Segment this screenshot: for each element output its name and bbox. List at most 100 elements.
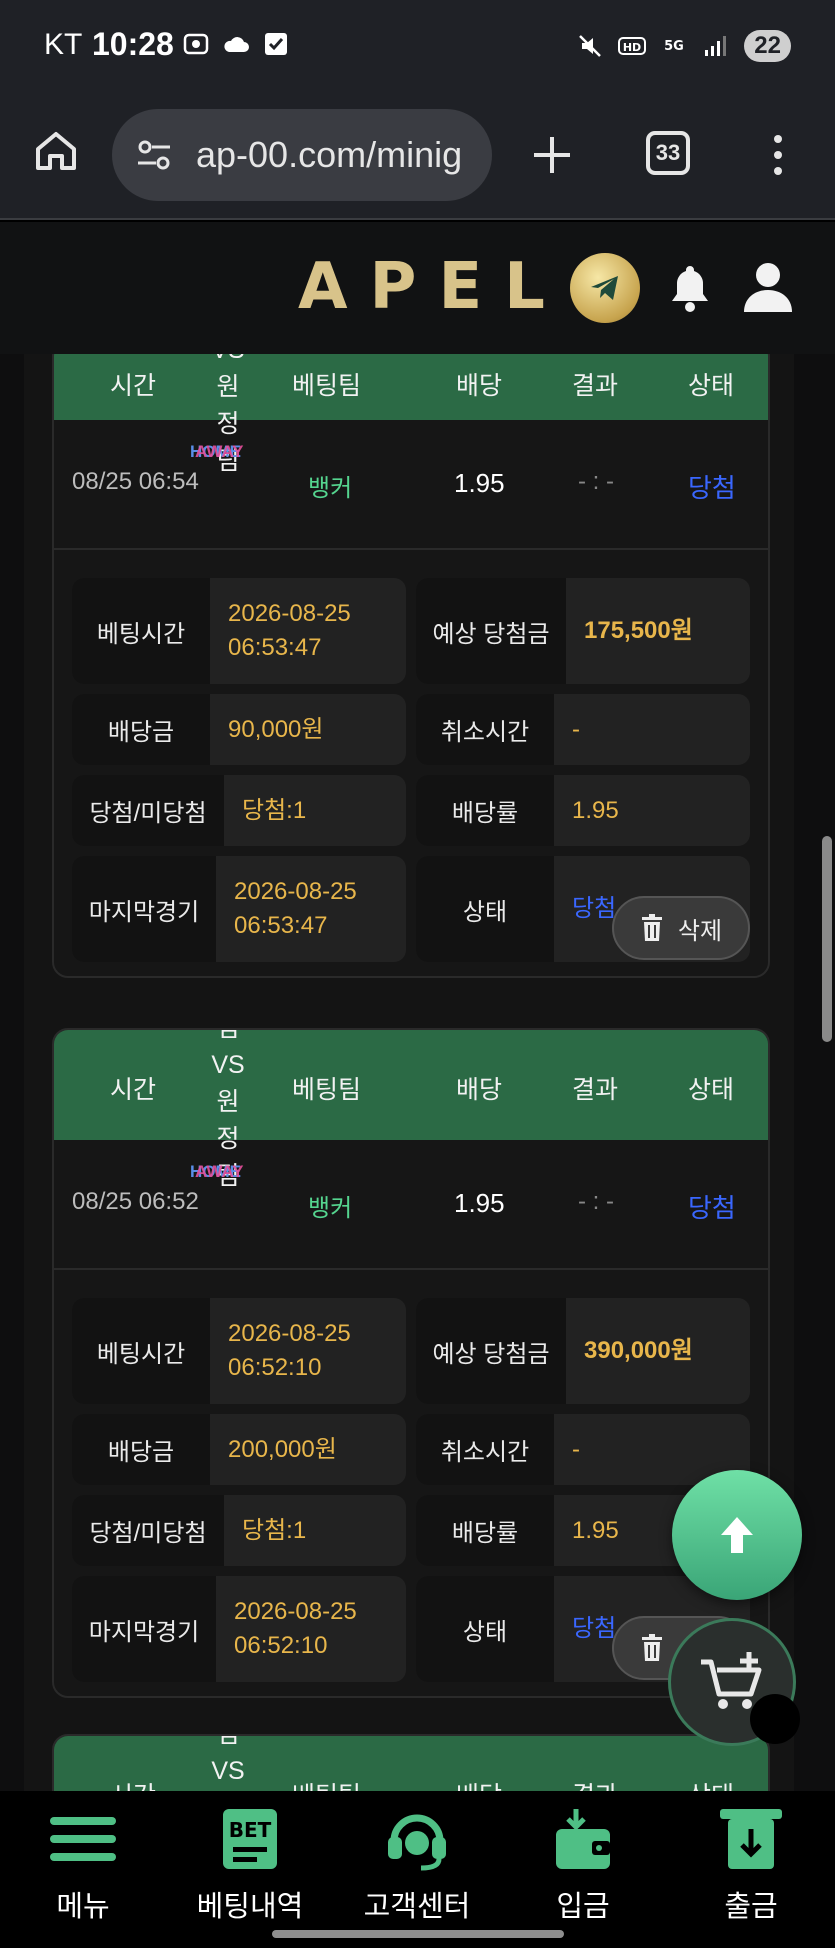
tab-switcher-button[interactable]: 33 [646, 131, 690, 175]
home-away-label: HOMEAWAY [190, 1162, 244, 1182]
detail-label: 취소시간 [416, 694, 554, 765]
checkbox-icon [265, 33, 287, 55]
detail-label: 예상 당첨금 [416, 1298, 566, 1404]
detail-state: 상태 당첨 삭제 [416, 856, 750, 962]
header-result: 결과 [572, 372, 619, 400]
detail-label: 취소시간 [416, 1414, 554, 1485]
nav-deposit[interactable]: 입금 [508, 1807, 658, 1925]
system-icons: HD 5G 22 [576, 30, 791, 62]
detail-expected-win: 예상 당첨금 390,000원 [416, 1298, 750, 1404]
bet-status: 당첨 [688, 473, 736, 503]
site-logo[interactable]: APEL [298, 250, 567, 324]
bet-badge-text: BET [229, 1818, 272, 1842]
bell-icon[interactable] [668, 262, 712, 314]
detail-amount: 배당금 90,000원 [72, 694, 406, 765]
bet-details: 베팅시간 2026-08-25 06:52:10 예상 당첨금 390,000원 배… [54, 1270, 768, 1696]
5g-icon: 5G [664, 39, 684, 54]
detail-label: 배당률 [416, 775, 554, 846]
bet-card: 시간 팀 VS 원 정 팀 베팅팀 배당 결과 상태 HOMEAWAY 08/2… [52, 1028, 770, 1698]
bet-card: 시간 팀 VS 베팅팀 배당 결과 상태 [52, 1734, 770, 1791]
detail-label: 배당금 [72, 694, 210, 765]
bet-odds: 1.95 [454, 468, 505, 498]
table-header: 시간 팀 VS 베팅팀 배당 결과 상태 [54, 1736, 768, 1791]
telegram-icon[interactable] [570, 253, 640, 323]
detail-value: 1.95 [572, 1516, 619, 1544]
detail-win-lose: 당첨/미당첨 당첨:1 [72, 1495, 406, 1566]
detail-value: 200,000원 [228, 1435, 337, 1463]
detail-label: 예상 당첨금 [416, 578, 566, 684]
delete-button[interactable]: 삭제 [612, 896, 750, 960]
header-vs: 팀 VS [210, 1734, 246, 1790]
detail-value: 2026-08-25 06:52:10 [234, 1598, 357, 1659]
trash-icon [641, 1634, 662, 1661]
detail-value: 당첨 [572, 895, 617, 922]
bet-status: 당첨 [688, 1193, 736, 1223]
header-time: 시간 [110, 372, 157, 400]
hamburger-icon [50, 1817, 116, 1861]
header-team: 베팅팀 [292, 1076, 362, 1104]
arrow-up-icon [721, 1517, 753, 1553]
vs-char: 팀 [216, 1734, 240, 1748]
detail-value: 175,500원 [584, 617, 693, 644]
vs-char: 원 [216, 373, 240, 401]
svg-text:5G: 5G [664, 39, 684, 54]
table-row: HOMEAWAY 08/25 06:52 뱅커 1.95 - : - 당첨 [54, 1140, 768, 1270]
nav-bet-history[interactable]: BET 베팅내역 [175, 1807, 325, 1925]
header-odds: 배당 [456, 372, 503, 400]
bet-odds: 1.95 [454, 1188, 505, 1218]
home-icon[interactable] [32, 127, 80, 175]
scroll-to-top-button[interactable] [672, 1470, 802, 1600]
header-status: 상태 [688, 1776, 734, 1791]
url-text: ap-00.com/minig [196, 134, 463, 175]
address-bar[interactable]: ap-00.com/minig [112, 109, 492, 201]
nav-label: 고객센터 [363, 1891, 471, 1923]
cloud-icon [224, 37, 249, 52]
signal-icon [705, 36, 727, 56]
detail-value: 90,000원 [228, 715, 324, 743]
header-result: 결과 [572, 1076, 619, 1104]
header-odds: 배당 [456, 1776, 502, 1791]
detail-label: 상태 [416, 856, 554, 962]
bet-details: 베팅시간 2026-08-25 06:53:47 예상 당첨금 175,500원 배… [54, 550, 768, 976]
detail-value: 390,000원 [584, 1337, 693, 1364]
detail-label: 배당금 [72, 1414, 210, 1485]
nav-support[interactable]: 고객센터 [342, 1807, 492, 1925]
nav-label: 메뉴 [56, 1891, 110, 1923]
bet-ticket-icon: BET [223, 1809, 277, 1869]
vs-char: 팀 [216, 1028, 240, 1042]
bet-list: 시간 VS 원 정 팀 베팅팀 배당 결과 상태 HOMEAWAY 08/25 … [24, 354, 794, 1791]
detail-value: 당첨:1 [242, 796, 307, 824]
detail-label: 상태 [416, 1576, 554, 1682]
user-icon[interactable] [742, 260, 794, 314]
carrier-label: KT [44, 28, 83, 61]
wallet-icon [556, 1809, 610, 1869]
site-settings-icon[interactable] [134, 135, 174, 175]
table-header: 시간 팀 VS 원 정 팀 베팅팀 배당 결과 상태 [54, 1028, 768, 1190]
gesture-bar[interactable] [272, 1930, 564, 1938]
hd-icon: HD [618, 37, 647, 55]
detail-win-lose: 당첨/미당첨 당첨:1 [72, 775, 406, 846]
detail-value: 당첨:1 [242, 1516, 307, 1544]
home-away-label: HOMEAWAY [190, 442, 244, 462]
nav-withdraw[interactable]: 출금 [676, 1807, 826, 1925]
nav-menu[interactable]: 메뉴 [8, 1807, 158, 1925]
detail-expected-win: 예상 당첨금 175,500원 [416, 578, 750, 684]
detail-bet-time: 베팅시간 2026-08-25 06:52:10 [72, 1298, 406, 1404]
vs-text: VS [211, 1051, 245, 1079]
table-header: 시간 VS 원 정 팀 베팅팀 배당 결과 상태 [54, 354, 768, 475]
scrollbar-thumb[interactable] [822, 836, 832, 1042]
away-label: AWAY [195, 1162, 244, 1181]
detail-bet-time: 베팅시간 2026-08-25 06:53:47 [72, 578, 406, 684]
bet-result: - : - [578, 468, 614, 495]
detail-label: 마지막경기 [72, 1576, 216, 1682]
bet-team: 뱅커 [308, 475, 353, 502]
nav-label: 입금 [556, 1891, 610, 1923]
vs-char: 원 [216, 1088, 240, 1116]
detail-label: 베팅시간 [72, 578, 210, 684]
detail-cancel-time: 취소시간 - [416, 694, 750, 765]
vs-text: VS [211, 1757, 245, 1785]
detail-last-game: 마지막경기 2026-08-25 06:53:47 [72, 856, 406, 962]
new-tab-icon[interactable] [530, 133, 574, 177]
browser-toolbar: ap-00.com/minig 33 [0, 95, 835, 220]
more-options-icon[interactable] [766, 133, 790, 177]
